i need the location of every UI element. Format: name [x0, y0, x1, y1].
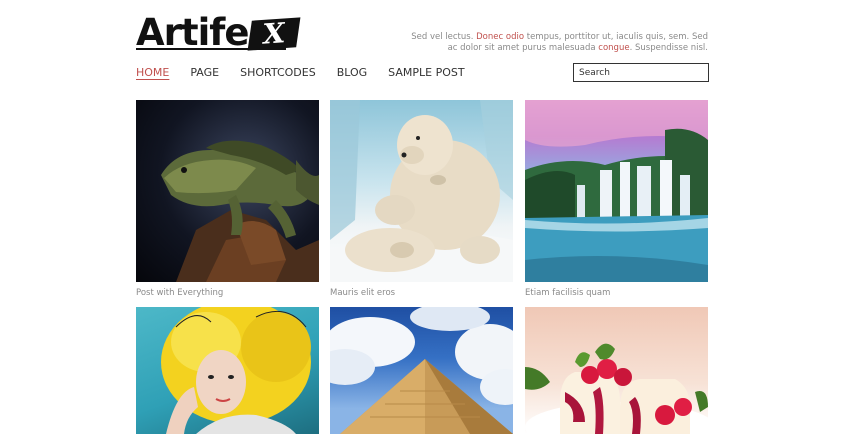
site-tagline: Sed vel lectus. Donec odio tempus, portt…: [411, 32, 708, 53]
logo-underline: [136, 48, 286, 50]
post-caption[interactable]: Post with Everything: [136, 288, 319, 298]
tagline-link-congue[interactable]: congue: [598, 43, 629, 53]
nav-item-page[interactable]: PAGE: [190, 66, 219, 79]
site-logo[interactable]: Artife X: [136, 11, 301, 54]
waterfall-image: [525, 100, 708, 282]
logo-text: Artife: [136, 11, 249, 54]
main-nav: HOME PAGE SHORTCODES BLOG SAMPLE POST: [136, 66, 486, 79]
polar-bear-image: [330, 100, 513, 282]
post-item: [330, 307, 513, 434]
post-item: Mauris elit eros: [330, 100, 513, 298]
nav-item-home[interactable]: HOME: [136, 66, 169, 79]
dessert-image: [525, 343, 708, 434]
post-caption[interactable]: Mauris elit eros: [330, 288, 513, 298]
nav-item-sample-post[interactable]: SAMPLE POST: [388, 66, 464, 79]
post-thumbnail-pyramid[interactable]: [330, 307, 513, 434]
post-item: [136, 307, 319, 434]
post-thumbnail-waterfall[interactable]: [525, 100, 708, 282]
post-thumbnail-polar-bear[interactable]: [330, 100, 513, 282]
woman-image: [161, 307, 311, 434]
pyramid-image: [330, 307, 513, 434]
post-thumbnail-woman[interactable]: [136, 307, 319, 434]
post-item: Etiam facilisis quam: [525, 100, 708, 298]
nav-item-shortcodes[interactable]: SHORTCODES: [240, 66, 316, 79]
search-input[interactable]: [573, 63, 709, 82]
logo-x-mark: X: [248, 17, 301, 51]
iguana-image: [161, 140, 319, 282]
post-item: [525, 307, 708, 434]
post-thumbnail-dessert[interactable]: [525, 307, 708, 434]
nav-item-blog[interactable]: BLOG: [337, 66, 367, 79]
post-item: Post with Everything: [136, 100, 319, 298]
post-thumbnail-iguana[interactable]: [136, 100, 319, 282]
post-caption[interactable]: Etiam facilisis quam: [525, 288, 708, 298]
tagline-link-donec[interactable]: Donec odio: [476, 32, 524, 42]
